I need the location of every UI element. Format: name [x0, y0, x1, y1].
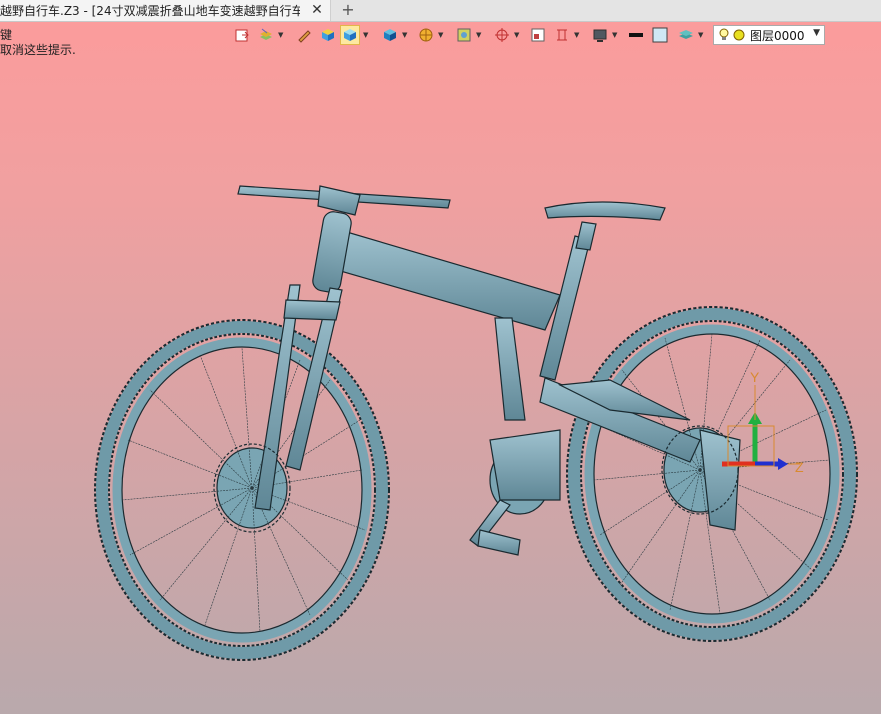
pencil-icon[interactable]: [294, 25, 314, 45]
view-cube-icon[interactable]: [340, 25, 360, 45]
exit-sketch-icon[interactable]: [232, 25, 252, 45]
lightbulb-icon: [719, 28, 729, 40]
layer-color-icon: [733, 29, 745, 41]
view-toolbar: ▼ ▼ ▼ ▼ ▼ ▼ ▼ ▼ ▼ 图层0000 ▼: [230, 25, 830, 47]
layer-stack-icon[interactable]: [676, 25, 696, 45]
chevron-down-icon[interactable]: ▼: [813, 28, 820, 38]
filter-dropdown-icon[interactable]: ▼: [476, 31, 482, 39]
layer-name: 图层0000: [750, 28, 805, 43]
filter-icon[interactable]: [454, 25, 474, 45]
document-tab[interactable]: 越野自行车.Z3 - [24寸双减震折叠山地车变速越野自行车] ✕: [0, 0, 331, 21]
line-color-swatch[interactable]: [626, 25, 646, 45]
render-mode-icon[interactable]: [380, 25, 400, 45]
wheel-dropdown-icon[interactable]: ▼: [438, 31, 444, 39]
section-icon[interactable]: [552, 25, 572, 45]
front-wheel: [94, 319, 390, 661]
document-tab-bar: 越野自行车.Z3 - [24寸双减震折叠山地车变速越野自行车] ✕ +: [0, 0, 881, 22]
section-dropdown-icon[interactable]: ▼: [574, 31, 580, 39]
layers-dropdown-icon[interactable]: ▼: [278, 31, 284, 39]
new-tab-button[interactable]: +: [338, 0, 358, 21]
layer-stack-dropdown-icon[interactable]: ▼: [698, 31, 704, 39]
fill-color-swatch[interactable]: [650, 25, 670, 45]
crosshair-icon[interactable]: [492, 25, 512, 45]
bicycle-model[interactable]: Y Z: [0, 22, 881, 714]
render-dropdown-icon[interactable]: ▼: [402, 31, 408, 39]
document-tab-title: 越野自行车.Z3 - [24寸双减震折叠山地车变速越野自行车]: [0, 4, 300, 18]
box-frame-icon[interactable]: [528, 25, 548, 45]
bike-frame: [237, 185, 741, 556]
view-dropdown-icon[interactable]: ▼: [363, 31, 369, 39]
display-dropdown-icon[interactable]: ▼: [612, 31, 618, 39]
display-icon[interactable]: [590, 25, 610, 45]
shaded-cube-icon[interactable]: [318, 25, 338, 45]
wheel-icon[interactable]: [416, 25, 436, 45]
crosshair-dropdown-icon[interactable]: ▼: [514, 31, 520, 39]
layer-selector[interactable]: 图层0000 ▼: [713, 25, 825, 45]
3d-viewport[interactable]: 键 取消这些提示. Y Z ▼ ▼ ▼ ▼ ▼ ▼ ▼ ▼ ▼ 图层0000 ▼: [0, 22, 881, 714]
axis-z-label: Z: [795, 459, 804, 475]
axis-y-label: Y: [750, 369, 760, 385]
close-icon[interactable]: ✕: [309, 2, 325, 18]
layers-icon[interactable]: [256, 25, 276, 45]
